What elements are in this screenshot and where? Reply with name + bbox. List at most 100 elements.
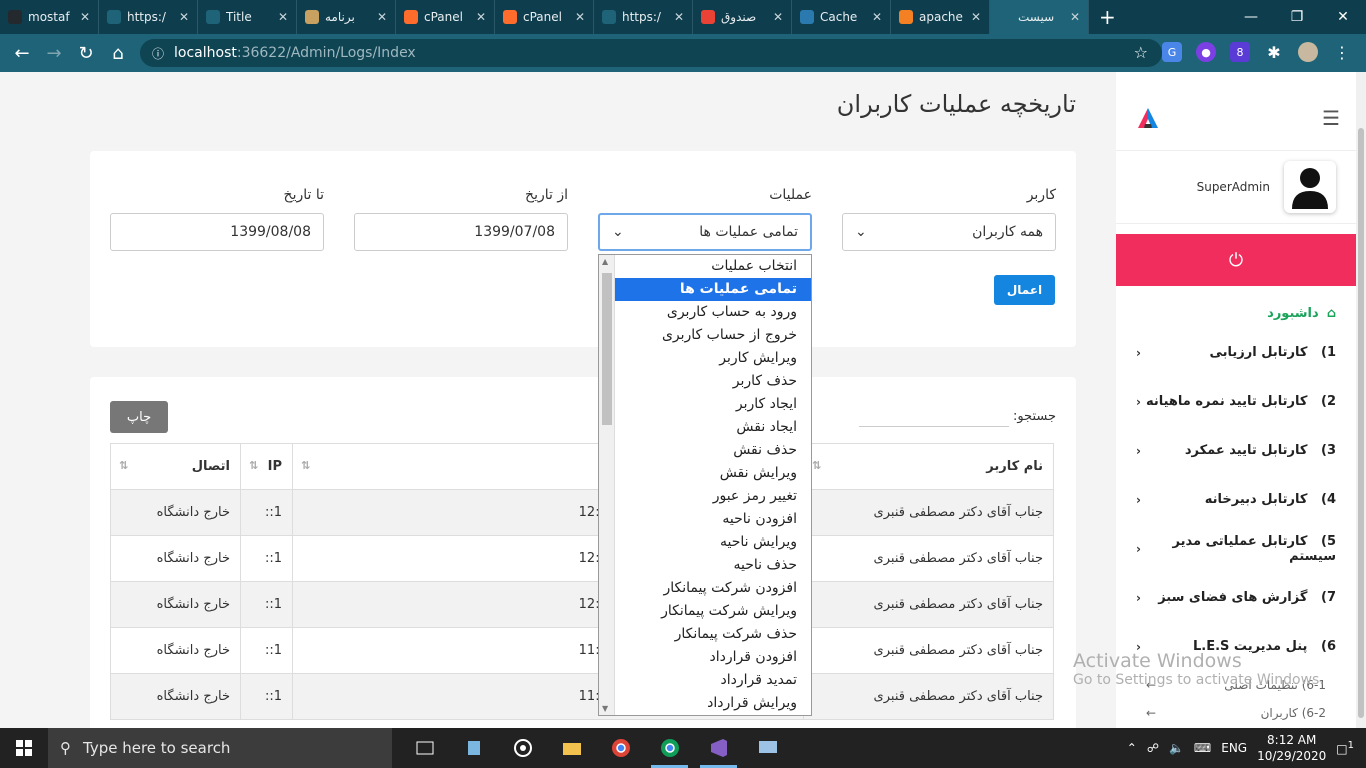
dropdown-option[interactable]: حذف شرکت پیمانکار xyxy=(615,623,811,646)
chrome-icon[interactable] xyxy=(596,728,645,768)
sidebar-item[interactable]: 1) کارتابل ارزیابی ‹ xyxy=(1116,328,1356,377)
volume-icon[interactable]: 🔈 xyxy=(1169,741,1184,755)
browser-tab[interactable]: صندوق ✕ xyxy=(693,0,792,34)
browser-tab[interactable]: برنامه ‍ ✕ xyxy=(297,0,396,34)
tab-close-icon[interactable]: ✕ xyxy=(1070,10,1080,24)
dropdown-option[interactable]: ایجاد نقش xyxy=(615,416,811,439)
file-explorer-icon[interactable] xyxy=(547,728,596,768)
visual-studio-icon[interactable] xyxy=(694,728,743,768)
to-date-input[interactable]: 1399/08/08 xyxy=(110,213,324,251)
task-view-icon[interactable] xyxy=(400,728,449,768)
tab-close-icon[interactable]: ✕ xyxy=(80,10,90,24)
dropdown-option[interactable]: ویرایش نقش xyxy=(615,462,811,485)
dropdown-option[interactable]: ویرایش ناحیه xyxy=(615,531,811,554)
home-icon[interactable]: ⌂ xyxy=(102,43,134,64)
extension-badge-icon[interactable]: 8 xyxy=(1230,42,1250,62)
dropdown-option[interactable]: تغییر رمز عبور xyxy=(615,485,811,508)
keyboard-icon[interactable]: ⌨ xyxy=(1194,741,1211,755)
notification-icon[interactable]: □1 xyxy=(1336,740,1354,756)
dropdown-option[interactable]: افزودن قرارداد xyxy=(615,646,811,669)
language-indicator[interactable]: ENG xyxy=(1221,741,1247,755)
dropdown-option[interactable]: ویرایش قرارداد xyxy=(615,692,811,715)
browser-tab[interactable]: سیست ✕ xyxy=(990,0,1089,34)
hamburger-menu-icon[interactable]: ☰ xyxy=(1322,106,1340,130)
dropdown-option[interactable]: خروج از حساب کاربری xyxy=(615,324,811,347)
scroll-down-icon[interactable]: ▼ xyxy=(602,704,608,713)
dropdown-option[interactable]: افزودن ناحیه xyxy=(615,508,811,531)
clock[interactable]: 8:12 AM 10/29/2020 xyxy=(1257,732,1326,764)
bookmark-star-icon[interactable]: ☆ xyxy=(1134,43,1148,62)
tab-close-icon[interactable]: ✕ xyxy=(476,10,486,24)
taskbar-search[interactable]: ⚲ Type here to search xyxy=(48,728,392,768)
sidebar-item-dashboard[interactable]: ⌂ داشبورد xyxy=(1116,298,1356,328)
notepad-app-icon[interactable] xyxy=(449,728,498,768)
apply-button[interactable]: اعمال xyxy=(994,275,1055,305)
dropdown-option[interactable]: تمامی عملیات ها xyxy=(615,278,811,301)
browser-tab[interactable]: Title ✕ xyxy=(198,0,297,34)
dropdown-option[interactable]: ایجاد کاربر xyxy=(615,393,811,416)
browser-tab[interactable]: mostaf ✕ xyxy=(0,0,99,34)
windows-start-icon[interactable] xyxy=(0,728,48,768)
sidebar-item[interactable]: 7) گزارش های فضای سبز ‹ xyxy=(1116,573,1356,622)
info-icon[interactable]: ⓘ xyxy=(152,45,164,62)
browser-tab[interactable]: https:/ ✕ xyxy=(99,0,198,34)
remote-desktop-icon[interactable] xyxy=(743,728,792,768)
browser-tab[interactable]: https:/ ✕ xyxy=(594,0,693,34)
operations-select[interactable]: تمامی عملیات ها ⌄ xyxy=(598,213,812,251)
browser-tab[interactable]: cPanel ✕ xyxy=(396,0,495,34)
url-bar[interactable]: ⓘ localhost:36622/Admin/Logs/Index ☆ xyxy=(140,39,1162,67)
dropdown-scrollbar[interactable]: ▲ ▼ xyxy=(599,255,615,715)
browser-tab[interactable]: cPanel ✕ xyxy=(495,0,594,34)
sidebar-item[interactable]: 4) کارتابل دبیرخانه ‹ xyxy=(1116,475,1356,524)
dropdown-option[interactable]: افزودن شرکت پیمانکار xyxy=(615,577,811,600)
dropdown-option[interactable]: ویرایش کاربر xyxy=(615,347,811,370)
tab-close-icon[interactable]: ✕ xyxy=(773,10,783,24)
new-tab-button[interactable]: + xyxy=(1099,5,1116,29)
from-date-input[interactable]: 1399/07/08 xyxy=(354,213,568,251)
page-scrollbar[interactable] xyxy=(1356,72,1366,728)
browser-menu-icon[interactable]: ⋮ xyxy=(1332,42,1352,62)
browser-tab[interactable]: apache ✕ xyxy=(891,0,990,34)
tab-close-icon[interactable]: ✕ xyxy=(971,10,981,24)
dropdown-option[interactable]: ورود به حساب کاربری xyxy=(615,301,811,324)
column-header[interactable]: اتصال ⇅ xyxy=(110,443,241,490)
minimize-icon[interactable]: — xyxy=(1228,0,1274,34)
tab-close-icon[interactable]: ✕ xyxy=(872,10,882,24)
scroll-up-icon[interactable]: ▲ xyxy=(602,257,608,266)
reload-icon[interactable]: ↻ xyxy=(70,43,102,64)
dropdown-option[interactable]: تمدید قرارداد xyxy=(615,669,811,692)
dropdown-option[interactable]: حذف کاربر xyxy=(615,370,811,393)
column-header[interactable]: IP ⇅ xyxy=(240,443,293,490)
vpn-extension-icon[interactable]: ● xyxy=(1196,42,1216,62)
maximize-icon[interactable]: ❐ xyxy=(1274,0,1320,34)
sidebar-subitem[interactable]: 6-2) کاربران ← xyxy=(1116,699,1356,727)
dropdown-option[interactable]: حذف نقش xyxy=(615,439,811,462)
tab-close-icon[interactable]: ✕ xyxy=(377,10,387,24)
sidebar-item[interactable]: 5) کارتابل عملیاتی مدیر سیستم ‹ xyxy=(1116,524,1356,573)
tab-close-icon[interactable]: ✕ xyxy=(674,10,684,24)
print-button[interactable]: چاپ xyxy=(110,401,168,433)
tab-close-icon[interactable]: ✕ xyxy=(575,10,585,24)
back-icon[interactable]: ← xyxy=(6,43,38,64)
media-app-icon[interactable] xyxy=(498,728,547,768)
sidebar-item[interactable]: 3) کارتابل تایید عمکرد ‹ xyxy=(1116,426,1356,475)
dropdown-option[interactable]: حذف ناحیه xyxy=(615,554,811,577)
tray-chevron-up-icon[interactable]: ⌃ xyxy=(1127,741,1137,755)
chrome-active-icon[interactable] xyxy=(645,728,694,768)
network-icon[interactable]: ☍ xyxy=(1147,741,1159,755)
extensions-puzzle-icon[interactable]: ✱ xyxy=(1264,42,1284,62)
browser-tab[interactable]: Cache ✕ xyxy=(792,0,891,34)
user-select[interactable]: همه کاربران ⌄ xyxy=(842,213,1056,251)
column-header[interactable]: نام کاربر ⇅ xyxy=(803,443,1054,490)
tab-close-icon[interactable]: ✕ xyxy=(278,10,288,24)
logout-button[interactable]: ⏻ xyxy=(1116,234,1356,286)
close-icon[interactable]: ✕ xyxy=(1320,0,1366,34)
forward-icon[interactable]: → xyxy=(38,43,70,64)
tab-close-icon[interactable]: ✕ xyxy=(179,10,189,24)
sidebar-item[interactable]: 2) کارتابل تایید نمره ماهیانه ‹ xyxy=(1116,377,1356,426)
translate-extension-icon[interactable]: G xyxy=(1162,42,1182,62)
search-input[interactable] xyxy=(858,405,1009,427)
profile-avatar-icon[interactable] xyxy=(1298,42,1318,62)
dropdown-option[interactable]: انتخاب عملیات xyxy=(615,255,811,278)
dropdown-option[interactable]: ویرایش شرکت پیمانکار xyxy=(615,600,811,623)
